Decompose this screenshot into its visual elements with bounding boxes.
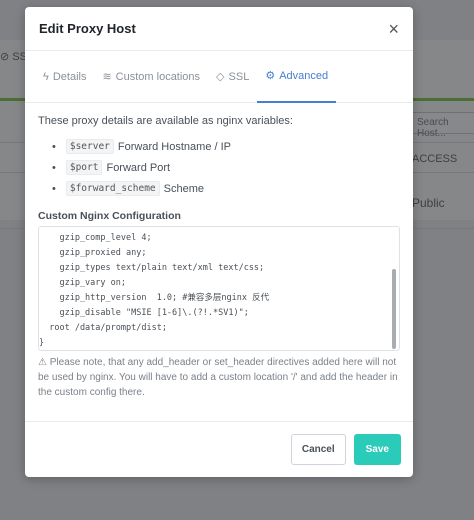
shield-icon: ◇ — [216, 71, 225, 83]
variable-code: $forward_scheme — [65, 181, 160, 196]
config-line: gzip_disable "MSIE [1-6]\.(?!.*SV1)"; — [39, 308, 249, 318]
layers-icon: ≋ — [102, 71, 112, 83]
gear-icon: ⚙ — [265, 70, 276, 82]
modal-footer: Cancel Save — [25, 421, 413, 477]
config-line: gzip_proxied any; — [39, 248, 147, 258]
background-access-header: ACCESS — [412, 153, 458, 165]
modal-header: Edit Proxy Host × — [25, 7, 413, 51]
modal-title: Edit Proxy Host — [39, 21, 136, 36]
scrollbar-thumb[interactable] — [392, 269, 396, 349]
config-line: gzip_types text/plain text/xml text/css; — [39, 263, 265, 273]
variables-intro: These proxy details are available as ngi… — [38, 115, 293, 127]
tab-ssl[interactable]: ◇ SSL — [208, 51, 257, 103]
background-search-input: Search Host... — [410, 112, 474, 139]
modal-body: These proxy details are available as ngi… — [25, 103, 413, 400]
custom-config-textarea[interactable]: gzip_comp_level 4; gzip_proxied any; gzi… — [38, 226, 400, 351]
variable-desc: Forward Port — [106, 161, 171, 174]
bolt-icon: ϟ — [43, 70, 49, 83]
modal-tabs: ϟ Details ≋ Custom locations ◇ SSL ⚙ Adv… — [25, 51, 413, 103]
list-item: $forward_scheme Scheme — [52, 181, 400, 196]
config-lines: gzip_comp_level 4; gzip_proxied any; gzi… — [39, 227, 389, 350]
edit-proxy-host-modal: Edit Proxy Host × ϟ Details ≋ Custom loc… — [25, 7, 413, 477]
variables-list: $server Forward Hostname / IP $port Forw… — [38, 139, 400, 196]
tab-details[interactable]: ϟ Details — [35, 51, 94, 103]
config-note: ⚠ Please note, that any add_header or se… — [38, 357, 398, 398]
background-access-value: Public — [412, 196, 445, 210]
warning-icon: ⚠ — [38, 357, 47, 368]
variable-code: $server — [65, 139, 114, 154]
scrollbar[interactable] — [390, 227, 398, 350]
save-button[interactable]: Save — [353, 434, 401, 465]
custom-config-label: Custom Nginx Configuration — [38, 210, 181, 222]
close-icon[interactable]: × — [388, 20, 399, 38]
variable-desc: Scheme — [163, 182, 205, 195]
config-line: } — [39, 338, 45, 348]
config-line: gzip_http_version 1.0; #兼容多层nginx 反代 — [39, 293, 270, 303]
tab-advanced[interactable]: ⚙ Advanced — [257, 51, 337, 103]
variable-desc: Forward Hostname / IP — [117, 140, 231, 153]
variable-code: $port — [65, 160, 103, 175]
config-line: root /data/prompt/dist; — [39, 323, 167, 333]
list-item: $port Forward Port — [52, 160, 400, 175]
config-line: gzip_vary on; — [39, 278, 126, 288]
cancel-button[interactable]: Cancel — [290, 434, 346, 465]
tab-custom-locations[interactable]: ≋ Custom locations — [94, 51, 208, 103]
config-line: gzip_comp_level 4; — [39, 233, 152, 243]
list-item: $server Forward Hostname / IP — [52, 139, 400, 154]
